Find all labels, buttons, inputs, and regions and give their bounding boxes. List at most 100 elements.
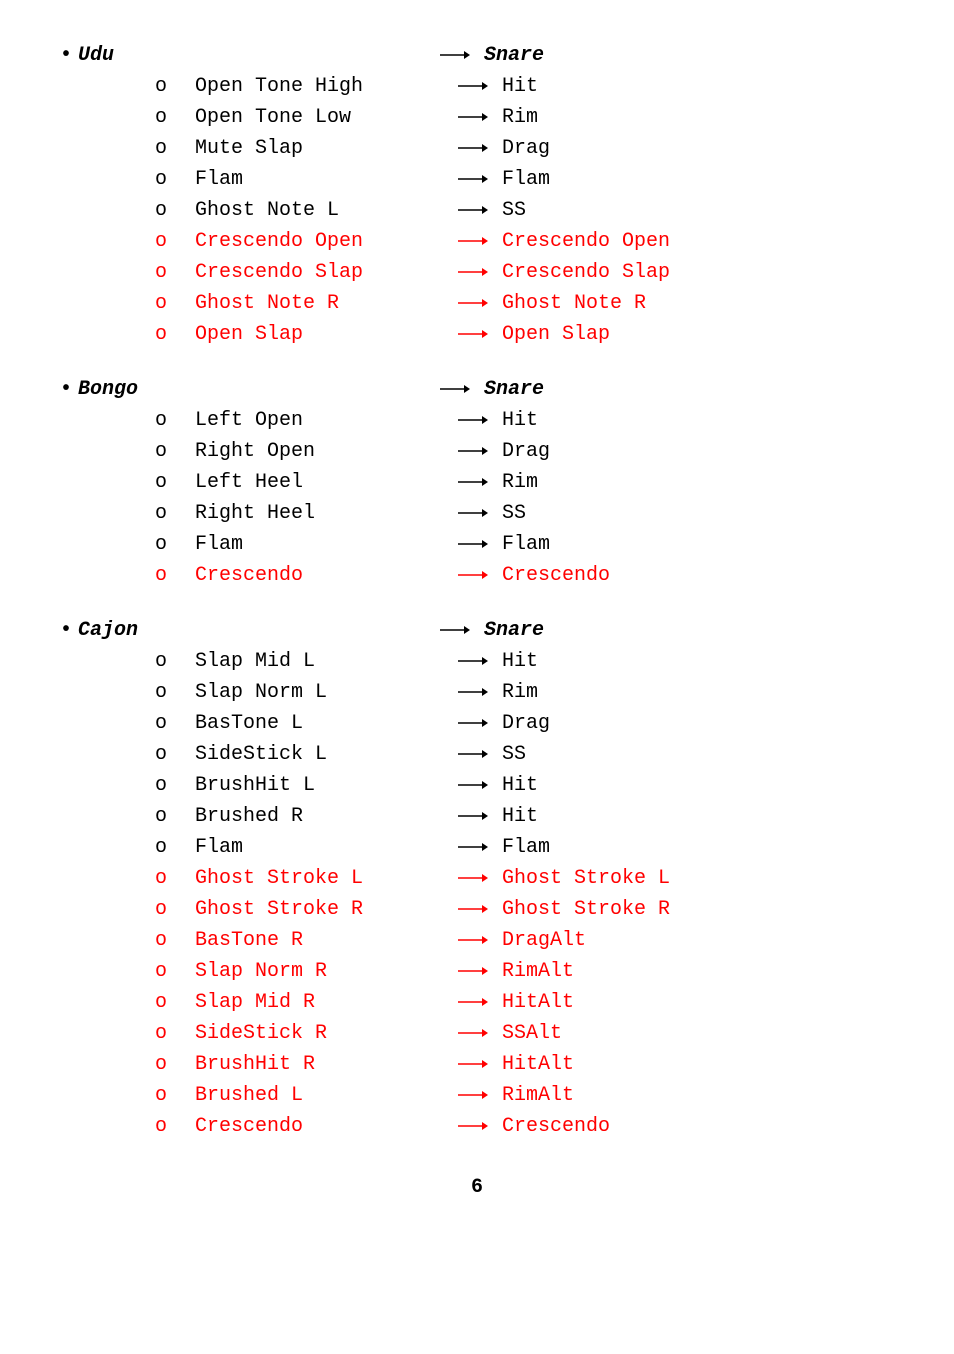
source-articulation-text: Left Open [195, 405, 303, 436]
target-articulation: RimAlt [502, 956, 574, 987]
mapping-row: oLeft Heel Rim [155, 467, 894, 498]
source-articulation: oBasTone R [155, 925, 458, 956]
target-articulation: Open Slap [502, 319, 610, 350]
arrow-icon [458, 133, 502, 164]
source-articulation-text: Crescendo [195, 1111, 303, 1142]
mapping-row: oLeft OpenHit [155, 405, 894, 436]
target-instrument-title: Snare [484, 40, 544, 71]
target-articulation: SS [502, 195, 526, 226]
arrow-icon [458, 226, 502, 257]
target-articulation: Ghost Stroke L [502, 863, 670, 894]
sub-bullet-icon: o [155, 925, 195, 956]
mapping-group: •BongoSnareoLeft OpenHitoRight OpenDrago… [60, 374, 894, 591]
sub-bullet-icon: o [155, 133, 195, 164]
arrow-icon [458, 467, 502, 498]
source-articulation-text: Flam [195, 164, 243, 195]
target-articulation: Ghost Stroke R [502, 894, 670, 925]
source-instrument-title: •Udu [60, 40, 440, 71]
mapping-row: oSideStick L SS [155, 739, 894, 770]
arrow-icon [440, 40, 484, 71]
source-articulation: oGhost Stroke L [155, 863, 458, 894]
source-articulation-text: Slap Norm R [195, 956, 327, 987]
arrow-icon [458, 801, 502, 832]
target-articulation: Crescendo [502, 560, 610, 591]
target-articulation: Flam [502, 832, 550, 863]
source-articulation: oBrushed L [155, 1080, 458, 1111]
source-articulation-text: Flam [195, 832, 243, 863]
source-articulation-text: Flam [195, 529, 243, 560]
sub-bullet-icon: o [155, 319, 195, 350]
target-articulation: Rim [502, 677, 538, 708]
sub-bullet-icon: o [155, 987, 195, 1018]
mapping-rows: oSlap Mid LHitoSlap Norm LRimoBasTone LD… [155, 646, 894, 1142]
arrow-icon [458, 195, 502, 226]
mapping-row: oOpen Slap Open Slap [155, 319, 894, 350]
mapping-row: oGhost Stroke L Ghost Stroke L [155, 863, 894, 894]
sub-bullet-icon: o [155, 405, 195, 436]
sub-bullet-icon: o [155, 708, 195, 739]
mapping-row: oBrushed RHit [155, 801, 894, 832]
arrow-icon [458, 894, 502, 925]
target-articulation: Rim [502, 467, 538, 498]
source-articulation-text: Slap Mid L [195, 646, 315, 677]
arrow-icon [458, 498, 502, 529]
source-articulation: oSlap Norm R [155, 956, 458, 987]
bullet-icon: • [60, 374, 78, 405]
sub-bullet-icon: o [155, 801, 195, 832]
source-articulation: oSideStick L [155, 739, 458, 770]
arrow-icon [458, 257, 502, 288]
target-articulation: Rim [502, 102, 538, 133]
mapping-row: oOpen Tone Low Rim [155, 102, 894, 133]
source-articulation: oSlap Mid L [155, 646, 458, 677]
mapping-row: oRight OpenDrag [155, 436, 894, 467]
mapping-rows: oOpen Tone HighHitoOpen Tone LowRimoMute… [155, 71, 894, 350]
source-articulation-text: Crescendo [195, 560, 303, 591]
sub-bullet-icon: o [155, 1049, 195, 1080]
source-articulation-text: Mute Slap [195, 133, 303, 164]
sub-bullet-icon: o [155, 467, 195, 498]
target-articulation: SS [502, 498, 526, 529]
source-articulation: oCrescendo Slap [155, 257, 458, 288]
source-articulation: oOpen Tone Low [155, 102, 458, 133]
arrow-icon [458, 1018, 502, 1049]
source-title-text: Udu [78, 40, 114, 71]
source-articulation-text: Ghost Stroke R [195, 894, 363, 925]
source-articulation: oGhost Note R [155, 288, 458, 319]
mapping-row: oSlap Norm L Rim [155, 677, 894, 708]
arrow-icon [458, 708, 502, 739]
source-articulation: oCrescendo Open [155, 226, 458, 257]
source-articulation: oMute Slap [155, 133, 458, 164]
sub-bullet-icon: o [155, 529, 195, 560]
arrow-icon [458, 1049, 502, 1080]
source-articulation-text: BrushHit R [195, 1049, 315, 1080]
source-articulation: oFlam [155, 832, 458, 863]
mapping-group: •CajonSnareoSlap Mid LHitoSlap Norm LRim… [60, 615, 894, 1142]
source-articulation: oSideStick R [155, 1018, 458, 1049]
source-articulation: oRight Heel [155, 498, 458, 529]
arrow-icon [458, 863, 502, 894]
mapping-document: •UduSnareoOpen Tone HighHitoOpen Tone Lo… [60, 40, 894, 1142]
source-articulation-text: Slap Norm L [195, 677, 327, 708]
sub-bullet-icon: o [155, 677, 195, 708]
source-title-text: Cajon [78, 615, 138, 646]
mapping-row: oMute SlapDrag [155, 133, 894, 164]
sub-bullet-icon: o [155, 863, 195, 894]
mapping-row: oGhost Note L SS [155, 195, 894, 226]
source-articulation: oSlap Norm L [155, 677, 458, 708]
source-articulation-text: Ghost Note L [195, 195, 339, 226]
target-articulation: SS [502, 739, 526, 770]
sub-bullet-icon: o [155, 71, 195, 102]
source-articulation: oCrescendo [155, 1111, 458, 1142]
mapping-row: oOpen Tone HighHit [155, 71, 894, 102]
bullet-icon: • [60, 40, 78, 71]
sub-bullet-icon: o [155, 288, 195, 319]
sub-bullet-icon: o [155, 195, 195, 226]
source-instrument-title: •Bongo [60, 374, 440, 405]
source-articulation-text: Right Heel [195, 498, 315, 529]
mapping-group: •Udu SnareoOpen Tone HighHitoOpen Tone Lo… [60, 40, 894, 350]
arrow-icon [458, 71, 502, 102]
source-articulation: oOpen Slap [155, 319, 458, 350]
target-articulation: Crescendo [502, 1111, 610, 1142]
sub-bullet-icon: o [155, 894, 195, 925]
bullet-icon: • [60, 615, 78, 646]
